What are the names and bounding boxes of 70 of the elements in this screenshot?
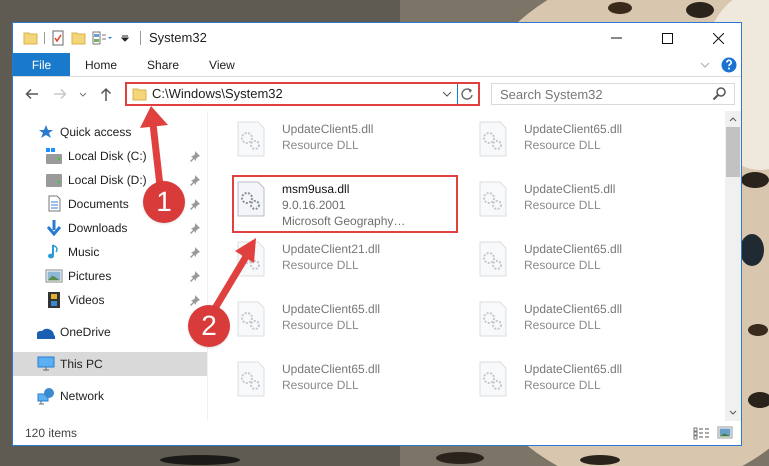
scrollbar-thumb[interactable]: [726, 127, 740, 177]
file-detail: Resource DLL: [524, 377, 602, 393]
file-name[interactable]: UpdateClient65.dll: [524, 241, 622, 257]
pin-icon[interactable]: [189, 270, 201, 282]
folder-icon: [132, 86, 147, 102]
sidebar-item[interactable]: Network: [37, 387, 104, 405]
pin-icon[interactable]: [189, 174, 201, 186]
file-detail: 9.0.16.2001: [282, 197, 346, 213]
file-detail: Resource DLL: [524, 197, 602, 213]
address-bar[interactable]: C:\Windows\System32: [125, 82, 480, 106]
details-view-icon[interactable]: [693, 426, 711, 440]
sidebar-item[interactable]: Music: [45, 243, 100, 261]
sidebar-item[interactable]: Pictures: [45, 267, 112, 285]
ribbon-tab[interactable]: Home: [70, 53, 132, 76]
status-text: 120 items: [25, 425, 78, 442]
pin-icon[interactable]: [189, 222, 201, 234]
star-icon: [37, 123, 55, 141]
pin-icon[interactable]: [189, 294, 201, 306]
new-folder-icon[interactable]: [71, 30, 86, 46]
file-name: msm9usa.dll: [282, 181, 350, 197]
sidebar-item[interactable]: This PC: [13, 352, 207, 376]
file-detail: Resource DLL: [282, 137, 360, 153]
file-detail: Microsoft Geography…: [282, 213, 406, 229]
drive-icon: [45, 147, 63, 165]
pin-icon[interactable]: [189, 150, 201, 162]
sidebar-item[interactable]: Documents: [45, 195, 129, 213]
close-icon[interactable]: [713, 32, 724, 44]
address-text: C:\Windows\System32: [152, 85, 284, 104]
file-name[interactable]: UpdateClient65.dll: [524, 361, 622, 377]
search-icon[interactable]: [712, 87, 726, 101]
sidebar-item[interactable]: Videos: [45, 291, 104, 309]
sidebar-item[interactable]: Downloads: [45, 219, 128, 237]
view-options-icon[interactable]: [92, 30, 114, 46]
pin-icon[interactable]: [189, 198, 201, 210]
file-detail: Resource DLL: [524, 257, 602, 273]
file-name[interactable]: UpdateClient65.dll: [524, 121, 622, 137]
file-detail: Resource DLL: [282, 377, 360, 393]
file-name[interactable]: UpdateClient65.dll: [282, 361, 380, 377]
maximize-icon[interactable]: [662, 32, 673, 44]
dll-file-icon[interactable]: [236, 181, 266, 218]
sidebar-item[interactable]: Local Disk (C:): [45, 147, 147, 165]
window-title: System32: [149, 29, 207, 48]
file-item[interactable]: msm9usa.dll 9.0.16.2001 Microsoft Geography…: [232, 175, 458, 233]
ribbon-tab[interactable]: Share: [132, 53, 194, 76]
file-name[interactable]: UpdateClient65.dll: [524, 301, 622, 317]
film-icon: [45, 291, 63, 309]
download-icon: [45, 219, 63, 237]
ribbon-tab[interactable]: View: [194, 53, 250, 76]
properties-icon[interactable]: [51, 30, 65, 46]
file-detail: Resource DLL: [282, 257, 360, 273]
file-detail: Resource DLL: [524, 317, 602, 333]
file-name[interactable]: UpdateClient21.dll: [282, 241, 380, 257]
file-detail: Resource DLL: [282, 317, 360, 333]
network-icon: [37, 387, 55, 405]
scrollbar[interactable]: [725, 111, 741, 421]
file-detail: Resource DLL: [524, 137, 602, 153]
file-name[interactable]: UpdateClient5.dll: [282, 121, 374, 137]
picture-icon: [45, 267, 63, 285]
file-name[interactable]: UpdateClient65.dll: [282, 301, 380, 317]
minimize-icon[interactable]: [611, 37, 622, 39]
folder-icon[interactable]: [23, 30, 38, 46]
drive-icon: [45, 171, 63, 189]
monitor-icon: [37, 355, 55, 373]
search-field[interactable]: Search System32: [491, 83, 735, 105]
pin-icon[interactable]: [189, 246, 201, 258]
sidebar-item[interactable]: OneDrive: [37, 323, 111, 341]
file-menu-button[interactable]: File: [13, 53, 70, 76]
large-icons-view-icon[interactable]: [717, 426, 733, 440]
sidebar-item[interactable]: Quick access: [37, 123, 132, 141]
file-name[interactable]: UpdateClient5.dll: [524, 181, 616, 197]
